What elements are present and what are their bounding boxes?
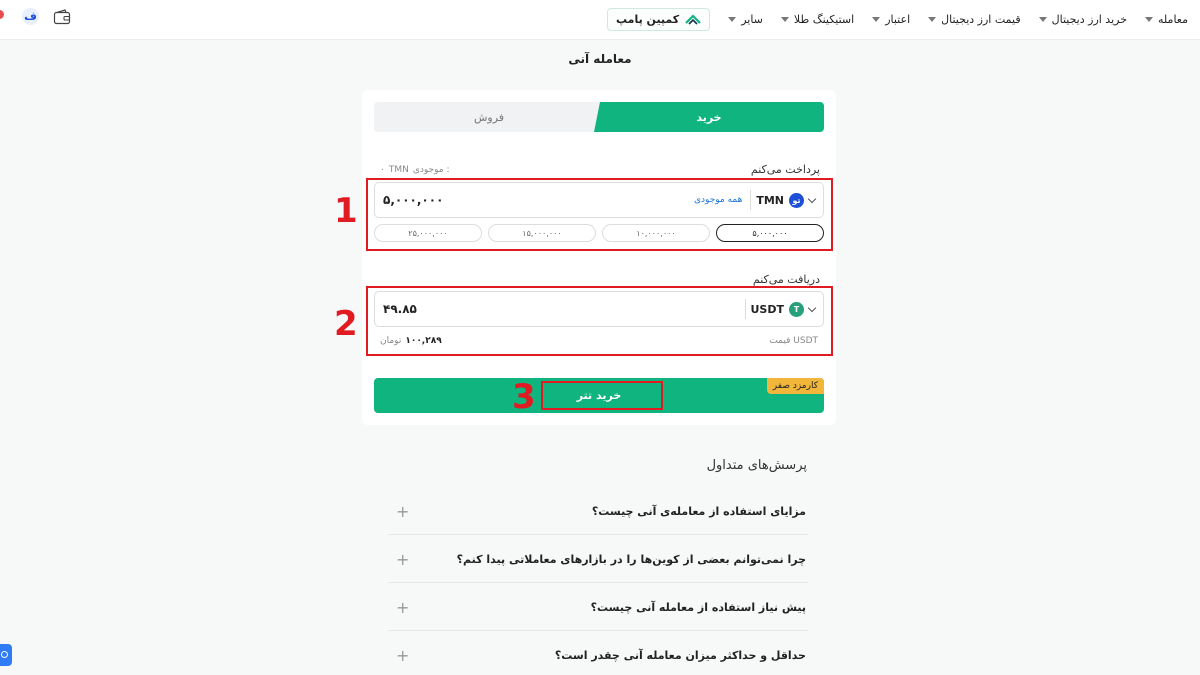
nav-item-crypto-price[interactable]: قیمت ارز دیجیتال: [928, 12, 1021, 26]
tab-buy[interactable]: خرید: [594, 102, 824, 132]
campaign-label: کمپین پامپ: [616, 12, 680, 26]
nav-item-gold-staking[interactable]: استیکینگ طلا: [780, 12, 855, 26]
caret-down-icon: [728, 16, 737, 22]
annotation-number-1: 1: [334, 191, 358, 231]
user-actions: ف: [0, 8, 71, 25]
nav-item-label: سایر: [741, 12, 763, 26]
page-title: معامله آنی: [568, 52, 632, 66]
pump-chevron-icon: [685, 14, 701, 25]
caret-down-icon: [1145, 16, 1154, 22]
top-navbar: معامله خرید ارز دیجیتال قیمت ارز دیجیتال…: [0, 0, 1200, 40]
nav-item-label: قیمت ارز دیجیتال: [941, 12, 1021, 26]
caret-down-icon: [872, 16, 881, 22]
tab-sell[interactable]: فروش: [374, 102, 604, 132]
plus-icon: +: [396, 549, 410, 569]
campaign-button[interactable]: کمپین پامپ: [607, 7, 711, 31]
plus-icon: +: [396, 645, 410, 665]
caret-down-icon: [1038, 16, 1047, 22]
balance-currency: TMN: [388, 165, 409, 175]
faq-question: مزایای استفاده از معامله‌ی آنی چیست؟: [591, 504, 806, 518]
faq-question: چرا نمی‌توانم بعضی از کوین‌ها را در بازا…: [456, 552, 806, 566]
user-avatar[interactable]: ف: [22, 8, 39, 25]
main-nav: معامله خرید ارز دیجیتال قیمت ارز دیجیتال…: [607, 0, 1188, 38]
nav-item-label: خرید ارز دیجیتال: [1051, 12, 1128, 26]
nav-item-trade[interactable]: معامله: [1145, 13, 1188, 26]
plus-icon: +: [396, 597, 410, 617]
balance-value: ۰: [380, 165, 385, 175]
faq-item[interactable]: مزایای استفاده از معامله‌ی آنی چیست؟ +: [388, 487, 808, 535]
faq-item[interactable]: چرا نمی‌توانم بعضی از کوین‌ها را در بازا…: [388, 535, 808, 583]
nav-item-label: اعتبار: [885, 12, 911, 26]
instant-trade-card: فروش خرید پرداخت می‌کنم موجودی : TMN ۰ ۵…: [362, 90, 836, 425]
plus-icon: +: [396, 501, 410, 521]
faq-item[interactable]: حداقل و حداکثر میزان معامله آنی چقدر است…: [388, 631, 808, 675]
faq-question: پیش نیاز استفاده از معامله آنی چیست؟: [590, 600, 806, 614]
zero-fee-badge: کارمزد صفر: [766, 378, 824, 394]
wallet-icon[interactable]: [53, 8, 71, 25]
annotation-number-3: 3: [512, 377, 536, 417]
support-chat-button[interactable]: [0, 644, 12, 666]
faq-title: پرسش‌های متداول: [706, 458, 807, 473]
nav-item-buy-crypto[interactable]: خرید ارز دیجیتال: [1038, 12, 1128, 26]
balance-info: موجودی : TMN ۰: [380, 165, 450, 175]
balance-label: موجودی :: [412, 165, 450, 175]
faq-question: حداقل و حداکثر میزان معامله آنی چقدر است…: [554, 648, 806, 662]
nav-item-label: معامله: [1158, 12, 1188, 26]
annotation-box-2: [366, 286, 833, 356]
nav-item-other[interactable]: سایر: [728, 13, 763, 26]
annotation-box-1: [366, 178, 833, 251]
caret-down-icon: [928, 16, 937, 22]
pay-label: پرداخت می‌کنم: [750, 163, 820, 176]
trade-tabs: فروش خرید: [374, 102, 824, 132]
faq-item[interactable]: پیش نیاز استفاده از معامله آنی چیست؟ +: [388, 583, 808, 631]
annotation-number-2: 2: [334, 304, 358, 344]
nav-item-credit[interactable]: اعتبار: [872, 13, 910, 26]
caret-down-icon: [780, 16, 789, 22]
annotation-box-3: [541, 381, 663, 410]
receive-label: دریافت می‌کنم: [752, 273, 820, 286]
nav-item-label: استیکینگ طلا: [793, 12, 855, 26]
